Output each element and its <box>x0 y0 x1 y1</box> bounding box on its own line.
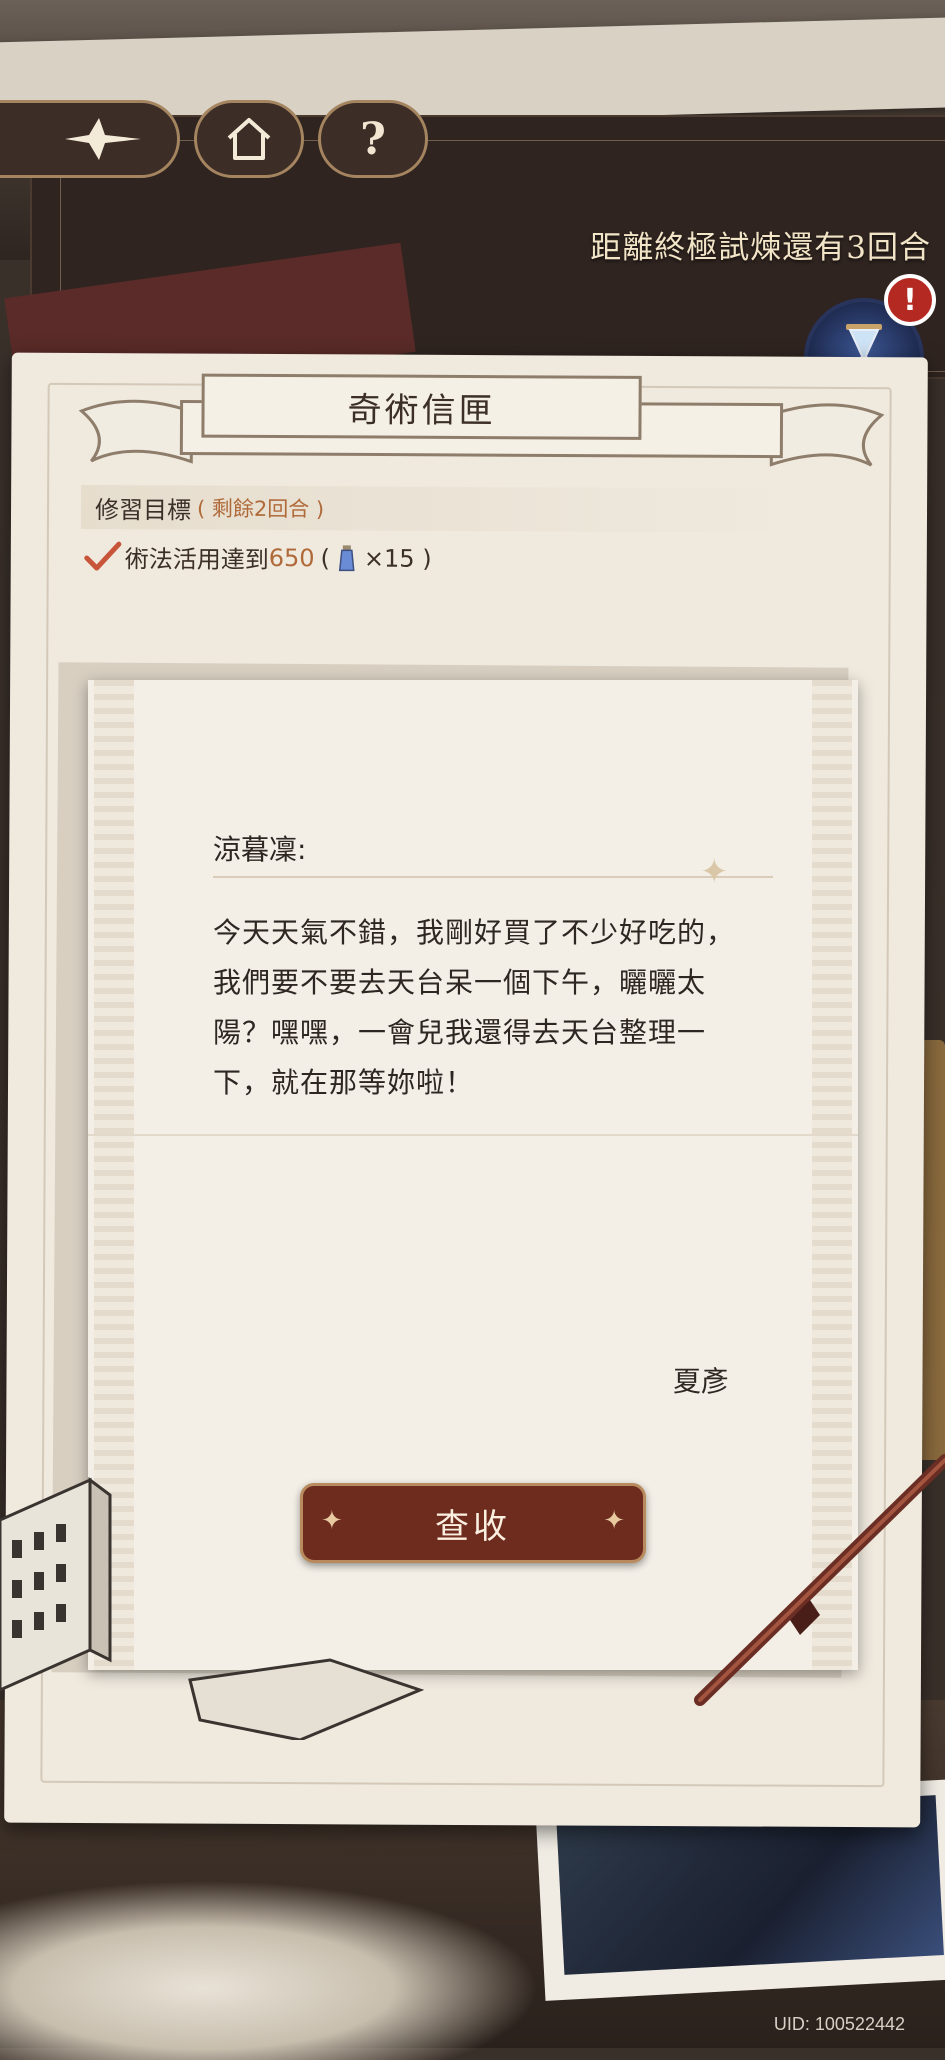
top-nav: ? <box>0 100 440 180</box>
home-button[interactable] <box>194 100 304 178</box>
panel-title: 奇術信匣 <box>347 389 496 431</box>
goal-item-value: 650 <box>268 543 315 572</box>
letter-body: 今天天氣不錯，我剛好買了不少好吃的，我們要不要去天台呆一個下午，曬曬太陽？嘿嘿，… <box>213 916 736 1099</box>
collect-button[interactable]: ✦ 查收 ✦ <box>300 1483 646 1563</box>
goal-reward-open: ( <box>320 543 331 572</box>
salutation-divider <box>213 876 773 878</box>
user-id: UID: 100522442 <box>773 2014 905 2034</box>
collect-button-label: 查收 <box>435 1506 511 1547</box>
back-button[interactable] <box>0 100 180 178</box>
quill-illustration <box>694 1454 945 1706</box>
sparkle-icon: ✦ <box>700 852 729 892</box>
letter-signature: 夏彥 <box>673 1365 730 1398</box>
background-feather <box>0 1880 540 2060</box>
alert-badge: ! <box>884 274 936 326</box>
goal-header: 修習目標 ( 剩餘2回合 ) <box>80 484 872 534</box>
sparkle-icon: ✦ <box>321 1506 343 1536</box>
check-icon <box>84 541 122 571</box>
trial-countdown: 距離終極試煉還有3回合 <box>590 230 931 266</box>
goal-remaining: ( 剩餘2回合 ) <box>196 496 325 522</box>
letter-salutation: 涼暮凜: <box>213 833 307 866</box>
goal-item: 術法活用達到 650 ( ×15 ) <box>83 539 432 576</box>
help-icon: ? <box>360 113 386 165</box>
home-icon <box>227 118 271 160</box>
sparkle-back-icon <box>65 118 141 160</box>
title-plaque: 奇術信匣 <box>201 373 642 440</box>
goal-title: 修習目標 <box>94 495 192 525</box>
goal-item-prefix: 術法活用達到 <box>124 545 269 574</box>
help-button[interactable]: ? <box>318 100 428 178</box>
letter-fold <box>88 1134 858 1136</box>
sparkle-icon: ✦ <box>603 1506 625 1536</box>
goal-reward-count: ×15 ) <box>363 543 432 573</box>
potion-icon <box>339 544 355 571</box>
